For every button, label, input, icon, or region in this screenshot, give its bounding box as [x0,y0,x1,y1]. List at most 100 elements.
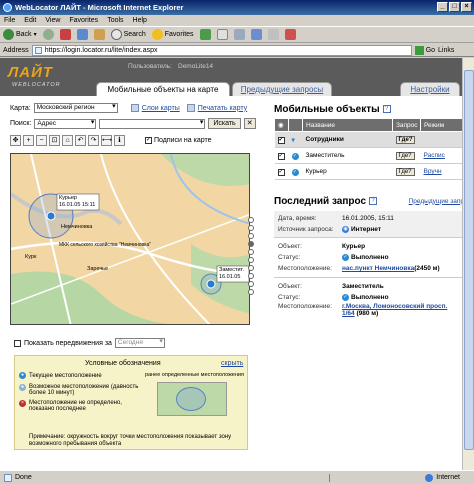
last-request-help-icon[interactable]: ? [369,197,378,205]
favorites-button[interactable]: Favorites [151,29,194,40]
row-mode-link[interactable]: Вручн [420,163,464,180]
status-bar: Done Internet [0,470,474,484]
group-checkbox[interactable]: ✓ [277,136,285,144]
clear-search-button[interactable]: ✕ [243,118,256,129]
col-visible: ◉ [274,118,289,132]
objects-help-icon[interactable]: ? [382,105,391,113]
legend-hide-link[interactable]: скрыть [221,360,243,367]
go-button[interactable]: Go [414,45,435,55]
print-map-icon [186,104,195,112]
map-panel: Карта: Московский регион Слои карты Печа… [10,102,256,450]
status-ok-icon: ✓ [291,168,299,176]
legend-item-undefined: × Местоположение не определено, показано … [19,400,139,412]
page-content: ЛАЙТ WEBLOCATOR Пользователь: DemoLite14 … [0,58,474,470]
possible-location-icon: ● [19,384,26,391]
messenger-icon[interactable] [284,29,296,40]
site-header: ЛАЙТ WEBLOCATOR Пользователь: DemoLite14 … [0,58,474,96]
search-type-select[interactable]: Адрес [34,118,97,129]
site-logo: ЛАЙТ [8,64,54,81]
search-submit-button[interactable]: Искать [208,118,241,129]
result-location-link[interactable]: нас.пункт Немчиновка [342,265,414,272]
menu-view[interactable]: View [45,17,60,24]
row-checkbox[interactable]: ✓ [277,152,285,160]
legend-sample-map [157,382,227,416]
menu-edit[interactable]: Edit [24,17,36,24]
status-ok-icon: ✓ [342,254,349,261]
mail-icon[interactable] [216,29,228,40]
zoom-box-icon[interactable]: ⊡ [49,135,60,146]
browser-toolbar: Back ▾ Search Favorites [0,27,474,43]
layers-link[interactable]: Слои карты [142,105,180,112]
ruler-icon[interactable]: ⟷ [101,135,112,146]
zoom-in-icon[interactable]: + [23,135,34,146]
search-input[interactable] [99,118,206,129]
back-button[interactable]: Back ▾ [3,29,37,40]
current-location-icon: ● [19,372,26,379]
search-button[interactable]: Search [110,29,146,40]
signatures-checkbox[interactable]: ✓ [145,137,152,144]
forward-arrow-icon[interactable] [42,29,54,40]
measure-icon[interactable]: ⌂ [62,135,73,146]
address-input[interactable]: https://login.locator.ru/lite/index.aspx [31,44,412,56]
home-icon[interactable] [93,29,105,40]
tab-mobile-objects[interactable]: Мобильные объекты на карте [96,82,230,96]
group-where-button[interactable]: Где? [395,136,416,144]
user-name: DemoLite14 [178,63,214,70]
info-icon[interactable]: ℹ [114,135,125,146]
edit-icon[interactable] [250,29,262,40]
row-where-button[interactable]: Где? [395,152,415,160]
discuss-icon[interactable] [267,29,279,40]
menu-bar: File Edit View Favorites Tools Help [0,15,474,27]
zoom-slider[interactable] [248,217,254,295]
history-icon[interactable] [199,29,211,40]
undo-icon[interactable]: ↶ [75,135,86,146]
links-label[interactable]: Links [438,47,454,54]
col-mode[interactable]: Режим [420,118,464,132]
group-expand-icon[interactable]: ▾ [292,137,295,144]
col-request[interactable]: Запрос [392,118,421,132]
maximize-button[interactable]: □ [449,2,460,12]
col-name[interactable]: Название [302,118,393,132]
tab-previous-requests[interactable]: Предыдущие запросы [232,82,332,96]
stop-icon[interactable] [59,29,71,40]
search-icon [110,29,122,40]
show-moves-checkbox[interactable] [14,339,21,347]
scrollbar-thumb[interactable] [464,70,474,450]
status-ok-icon: ✓ [342,294,349,301]
table-row[interactable]: ✓ ✓ Курьер Где? Вручн [274,163,464,180]
print-map-link[interactable]: Печатать карту [198,105,247,112]
map-view[interactable]: Курьер 16.01.05 15:11 Заместит. 16.01.05… [10,153,250,325]
menu-tools[interactable]: Tools [107,17,123,24]
close-button[interactable]: × [461,2,472,12]
menu-favorites[interactable]: Favorites [69,17,98,24]
page-icon [34,46,42,54]
row-where-button[interactable]: Где? [395,168,415,176]
row-name: Заместитель [302,147,393,164]
print-icon[interactable] [233,29,245,40]
zoom-out-icon[interactable]: − [36,135,47,146]
map-place-kurk: Курк [25,254,37,260]
show-moves-select[interactable]: Сегодня [114,338,165,348]
redo-icon[interactable]: ↷ [88,135,99,146]
menu-help[interactable]: Help [133,17,147,24]
refresh-icon[interactable] [76,29,88,40]
table-row[interactable]: ✓ ✓ Заместитель Где? Распис [274,147,464,164]
menu-file[interactable]: File [4,17,15,24]
row-mode-link[interactable]: Распис [420,147,464,164]
tab-settings[interactable]: Настройки [400,82,460,96]
table-group-row[interactable]: ✓ ▾ Сотрудники Где? [274,131,464,148]
previous-requests-link[interactable]: Предыдущие запр [409,198,464,205]
address-bar: Address https://login.locator.ru/lite/in… [0,44,474,57]
group-name: Сотрудники [302,131,393,148]
row-checkbox[interactable]: ✓ [277,168,285,176]
objects-table: ◉ Название Запрос Режим ✓ ▾ Сотрудники Г… [274,118,464,180]
last-request-section: Последний запрос? Предыдущие запр Дата, … [274,194,464,320]
map-select[interactable]: Московский регион [33,103,118,113]
result-status: Выполнено [351,294,389,301]
page-scrollbar[interactable] [462,58,474,470]
move-map-icon[interactable]: ✥ [10,135,21,146]
result-deputy: Объект: Заместитель Статус: ✓ Выполнено Мес… [278,283,448,317]
minimize-button[interactable]: _ [437,2,448,12]
ie-logo-icon [3,3,12,12]
show-moves-label: Показать передвижения за [24,339,112,347]
